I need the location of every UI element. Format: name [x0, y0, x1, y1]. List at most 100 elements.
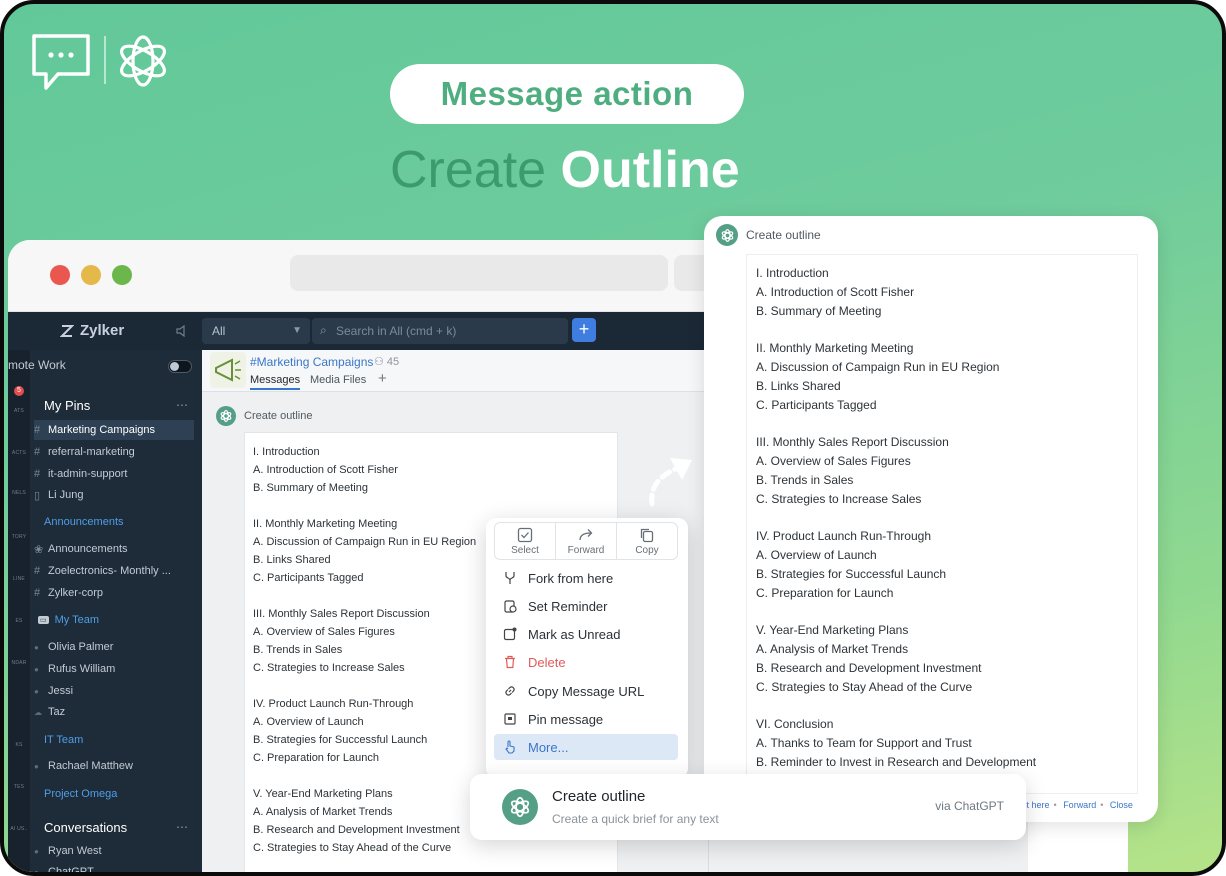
maximize-window-button[interactable]: [112, 265, 132, 285]
status-dot-icon: ●: [34, 686, 39, 696]
pointer-hand-icon: [502, 739, 518, 755]
status-dot-icon: ●: [34, 846, 39, 856]
my-pins-heading: My Pins: [44, 398, 91, 413]
forward-action[interactable]: Forward: [556, 523, 617, 559]
sidebar-item-rufus-william[interactable]: ● Rufus William: [34, 659, 194, 679]
status-dot-icon: ●: [34, 761, 39, 771]
suggestion-source: via ChatGPT: [935, 799, 1004, 813]
copy-action[interactable]: Copy: [617, 523, 677, 559]
search-filter-select[interactable]: All ▼: [202, 318, 310, 344]
outline-line: C. Preparation for Launch: [756, 586, 894, 600]
tab-messages[interactable]: Messages: [250, 374, 301, 390]
my-team-heading[interactable]: ▭ My Team: [38, 614, 99, 626]
sidebar-item-li-jung[interactable]: ▯ Li Jung: [34, 485, 194, 505]
rail-label[interactable]: NELS: [8, 490, 30, 496]
more-icon[interactable]: ⋯: [176, 398, 189, 412]
rail-label[interactable]: ES: [8, 618, 30, 624]
channel-name[interactable]: #Marketing Campaigns: [250, 355, 373, 369]
rail-label[interactable]: TORY: [8, 534, 30, 540]
sidebar-item-zoelectronics[interactable]: # Zoelectronics- Monthly ...: [34, 561, 194, 581]
announcements-heading[interactable]: Announcements: [44, 516, 124, 528]
sidebar-item-referral-marketing[interactable]: # referral-marketing: [34, 442, 194, 462]
pin-message-item[interactable]: Pin message: [494, 706, 678, 732]
it-team-heading[interactable]: IT Team: [44, 734, 83, 746]
sidebar-item-marketing-campaigns[interactable]: # Marketing Campaigns: [34, 420, 194, 440]
member-count[interactable]: ⚇ 45: [374, 355, 399, 368]
rail-label[interactable]: ATS: [8, 408, 30, 414]
more-icon[interactable]: ⋯: [176, 820, 189, 834]
rail-label[interactable]: LINE: [8, 576, 30, 582]
hash-icon: #: [34, 565, 41, 577]
sidebar-item-olivia-palmer[interactable]: ● Olivia Palmer: [34, 637, 194, 657]
headline: Create Outline: [390, 140, 740, 200]
checkbox-icon: [517, 527, 533, 542]
unread-badge: 5: [14, 386, 24, 396]
fork-from-here-item[interactable]: Fork from here: [494, 565, 678, 591]
rail-label[interactable]: KS: [8, 742, 30, 748]
remote-work-toggle[interactable]: [168, 360, 192, 373]
close-link[interactable]: Close: [1110, 800, 1133, 810]
sidebar-item-jessi[interactable]: ● Jessi: [34, 681, 194, 701]
sidebar-item-ryan-west[interactable]: ● Ryan West: [34, 841, 194, 861]
post-here-link[interactable]: st here: [1022, 800, 1050, 810]
tab-media-files[interactable]: Media Files: [310, 374, 366, 386]
sidebar-item-zylker-corp[interactable]: # Zylker-corp: [34, 583, 194, 603]
more-item[interactable]: More...: [494, 734, 678, 760]
outline-line: A. Introduction of Scott Fisher: [253, 464, 398, 476]
outline-line: C. Strategies to Stay Ahead of the Curve: [756, 680, 973, 694]
speaker-icon[interactable]: [176, 325, 190, 337]
card-title: Create outline: [746, 228, 821, 242]
outline-line: B. Links Shared: [756, 379, 841, 393]
outline-line: I. Introduction: [756, 266, 829, 280]
outline-line: I. Introduction: [253, 446, 320, 458]
add-tab-button[interactable]: +: [378, 370, 387, 387]
card-footer-actions: st here • Forward • Close: [1022, 800, 1133, 810]
set-reminder-item[interactable]: Set Reminder: [494, 593, 678, 619]
select-action[interactable]: Select: [495, 523, 556, 559]
logo-divider: [104, 36, 106, 84]
delete-item[interactable]: Delete: [494, 649, 678, 675]
outline-line: A. Overview of Launch: [756, 548, 877, 562]
filter-value: All: [212, 324, 226, 338]
outline-line: B. Summary of Meeting: [756, 304, 882, 318]
outline-line: II. Monthly Marketing Meeting: [756, 341, 914, 355]
brand-name: Zylker: [80, 322, 125, 339]
new-item-button[interactable]: +: [572, 318, 596, 342]
openai-logo-icon: [120, 35, 166, 87]
outline-line: A. Discussion of Campaign Run in EU Regi…: [756, 360, 1000, 374]
outline-gap: [756, 603, 1128, 621]
sidebar-item-it-admin-support[interactable]: # it-admin-support: [34, 464, 194, 484]
project-omega-heading[interactable]: Project Omega: [44, 788, 117, 800]
rail-label[interactable]: NDAR: [8, 660, 30, 666]
status-dot-icon: ●: [34, 642, 39, 652]
rail-label[interactable]: AI US..: [8, 826, 30, 832]
message-action-pill: Message action: [390, 64, 744, 124]
message-context-menu: Select Forward Copy Fork from here Set R…: [486, 518, 688, 778]
rail-label[interactable]: TES: [8, 784, 30, 790]
forward-link[interactable]: Forward: [1063, 800, 1096, 810]
sidebar-item-chatgpt[interactable]: ● ChatGPT: [34, 862, 194, 872]
sidebar-item-taz[interactable]: ☁ Taz: [34, 702, 194, 722]
search-input[interactable]: ⌕ Search in All (cmd + k): [312, 318, 568, 344]
rail-label[interactable]: ACTS: [8, 450, 30, 456]
create-outline-suggestion[interactable]: Create outline Create a quick brief for …: [470, 774, 1026, 840]
outline-line: B. Research and Development Investment: [756, 661, 982, 675]
address-bar[interactable]: [290, 255, 668, 291]
outline-line: C. Strategies to Increase Sales: [756, 492, 922, 506]
close-window-button[interactable]: [50, 265, 70, 285]
curved-arrow-icon: [649, 458, 692, 507]
suggestion-title: Create outline: [552, 788, 646, 805]
mark-as-unread-item[interactable]: Mark as Unread: [494, 621, 678, 647]
menu-quick-actions: Select Forward Copy: [494, 522, 678, 560]
card-outline[interactable]: I. Introduction A. Introduction of Scott …: [746, 254, 1138, 794]
hash-icon: #: [34, 587, 41, 599]
sidebar-item-rachael-matthew[interactable]: ● Rachael Matthew: [34, 756, 194, 776]
sidebar-item-announcements[interactable]: ❀ Announcements: [34, 539, 194, 559]
copy-message-url-item[interactable]: Copy Message URL: [494, 678, 678, 704]
user-icon: ⚇: [374, 356, 387, 368]
chatgpt-logo-icon: [502, 789, 538, 825]
outline-line: B. Reminder to Invest in Research and De…: [756, 755, 1037, 769]
trash-icon: [502, 654, 518, 670]
search-icon: ⌕: [320, 323, 327, 337]
minimize-window-button[interactable]: [81, 265, 101, 285]
